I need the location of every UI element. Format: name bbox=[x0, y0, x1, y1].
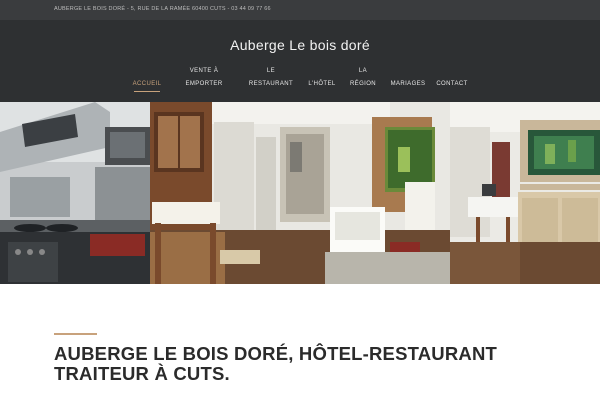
kitchen-photo bbox=[0, 102, 150, 284]
active-nav-underline bbox=[134, 91, 160, 92]
page-headline: AUBERGE LE BOIS DORÉ, HÔTEL-RESTAURANT T… bbox=[54, 344, 574, 384]
nav-item-label: LE bbox=[266, 68, 276, 74]
nav-item-contact[interactable]: CONTACT bbox=[434, 78, 470, 91]
top-info-bar: AUBERGE LE BOIS DORÉ - 5, RUE DE LA RAMÉ… bbox=[0, 0, 600, 20]
nav-item-label: ACCUEIL bbox=[132, 81, 162, 87]
nav-item-label: EMPORTER bbox=[185, 81, 223, 87]
restaurant-room-photo bbox=[450, 102, 600, 284]
site-title[interactable]: Auberge Le bois doré bbox=[0, 37, 600, 53]
nav-item-la-region[interactable]: LA RÉGION bbox=[347, 65, 379, 91]
nav-item-label: LA bbox=[358, 68, 368, 74]
nav-item-hotel[interactable]: L'HÔTEL bbox=[306, 78, 338, 91]
nav-item-label: CONTACT bbox=[436, 81, 468, 87]
nav-item-label: VENTE À bbox=[189, 68, 219, 74]
image-slider[interactable] bbox=[0, 102, 600, 284]
nav-item-label: RÉGION bbox=[349, 81, 377, 87]
headline-line: AUBERGE LE BOIS DORÉ, HÔTEL-RESTAURANT bbox=[54, 343, 498, 364]
nav-item-mariages[interactable]: MARIAGES bbox=[389, 78, 427, 91]
nav-item-label: L'HÔTEL bbox=[308, 81, 336, 87]
accent-line bbox=[54, 333, 97, 335]
nav-item-label: RESTAURANT bbox=[248, 81, 294, 87]
nav-item-label: MARIAGES bbox=[390, 81, 426, 87]
nav-item-le-restaurant[interactable]: LE RESTAURANT bbox=[248, 65, 294, 91]
nav-item-vente-a-emporter[interactable]: VENTE À EMPORTER bbox=[184, 65, 224, 91]
contact-info-text: AUBERGE LE BOIS DORÉ - 5, RUE DE LA RAMÉ… bbox=[54, 6, 271, 12]
reception-hall-photo bbox=[150, 102, 450, 284]
site-header: Auberge Le bois doré ACCUEIL VENTE À EMP… bbox=[0, 20, 600, 102]
nav-item-accueil[interactable]: ACCUEIL bbox=[130, 78, 164, 91]
headline-line: TRAITEUR À CUTS. bbox=[54, 363, 230, 384]
